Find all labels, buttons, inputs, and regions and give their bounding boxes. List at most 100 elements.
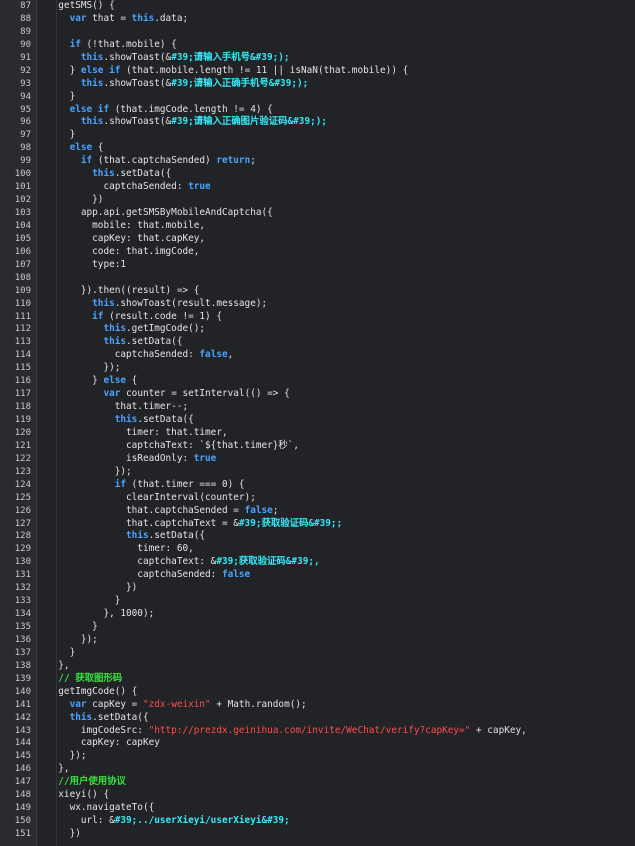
line-number: 103 (14, 208, 31, 218)
line-number: 122 (14, 453, 31, 464)
code-line[interactable]: 147 //用户使用协议 (0, 776, 635, 789)
code-text: counter = setInterval(() => { (120, 388, 290, 400)
code-line[interactable]: 125 clearInterval(counter); (0, 492, 635, 505)
line-number: 129 (14, 544, 31, 555)
code-line[interactable]: 110 this.showToast(result.message); (0, 298, 635, 311)
line-number: 87 (20, 1, 31, 11)
code-area[interactable]: 87 getSMS() {88 var that = this.data; 89 9… (0, 0, 635, 841)
code-line[interactable]: 118 that.timer--; (0, 401, 635, 414)
line-number: 97 (20, 130, 31, 141)
code-line[interactable]: 119 this.setData({ (0, 414, 635, 427)
code-editor[interactable]: 87 getSMS() {88 var that = this.data; 89 9… (0, 0, 635, 846)
code-line[interactable]: 95 else if (that.imgCode.length != 4) { (0, 104, 635, 117)
code-text: .showToast(& (103, 77, 172, 89)
code-line[interactable]: 139 // 获取图形码 (0, 673, 635, 686)
keyword-token: this (92, 168, 115, 180)
code-line[interactable]: 115 }); (0, 362, 635, 375)
keyword-token: this (80, 77, 104, 89)
code-text: } (47, 646, 76, 658)
line-number: 149 (14, 803, 31, 814)
code-line[interactable]: 96 this.showToast(&#39;请输入正确图片验证码&#39;); (0, 116, 635, 129)
code-line[interactable]: 128 this.setData({ (0, 530, 635, 543)
code-line[interactable]: 91 this.showToast(&#39;请输入手机号&#39;); (0, 52, 635, 65)
code-line[interactable]: 143 imgCodeSrc: "http://prezdx.geinihua.… (0, 725, 635, 738)
line-number: 117 (14, 389, 31, 400)
code-line[interactable]: 124 if (that.timer === 0) { (0, 479, 635, 492)
code-line[interactable]: 109 }).then((result) => { (0, 285, 635, 298)
keyword-token: var (69, 12, 87, 24)
line-number: 146 (14, 764, 31, 775)
code-text: timer: that.timer, (47, 426, 228, 438)
code-text: code: that.imgCode, (47, 245, 200, 257)
code-line[interactable]: 107 type:1 (0, 259, 635, 272)
code-line[interactable]: 116 } else { (0, 375, 635, 388)
line-number: 99 (20, 156, 31, 167)
code-line[interactable]: 131 captchaSended: false (0, 569, 635, 582)
line-content: if (result.code != 1) { (47, 311, 222, 324)
code-line[interactable]: 97 } (0, 129, 635, 142)
code-line[interactable]: 135 } (0, 621, 635, 634)
line-content: }); (47, 466, 132, 479)
code-line[interactable]: 103 app.api.getSMSByMobileAndCaptcha({ (0, 207, 635, 220)
code-line[interactable]: 146 }, (0, 763, 635, 776)
code-line[interactable]: 98 else { (0, 142, 635, 155)
line-number: 98 (20, 143, 31, 154)
keyword-token: else if (69, 103, 110, 115)
code-line[interactable]: 129 timer: 60, (0, 543, 635, 556)
code-line[interactable]: 94 } (0, 91, 635, 104)
code-line[interactable]: 137 } (0, 647, 635, 660)
code-line[interactable]: 148 xieyi() { (0, 789, 635, 802)
code-line[interactable]: 133 } (0, 595, 635, 608)
code-line[interactable]: 93 this.showToast(&#39;请输入正确手机号&#39;); (0, 78, 635, 91)
code-line[interactable]: 90 if (!that.mobile) { (0, 39, 635, 52)
code-line[interactable]: 144 capKey: capKey (0, 737, 635, 750)
code-line[interactable]: 149 wx.navigateTo({ (0, 802, 635, 815)
code-text: captchaSended: (47, 181, 189, 193)
code-line[interactable]: 92 } else if (that.mobile.length != 11 |… (0, 65, 635, 78)
code-line[interactable]: 105 capKey: that.capKey, (0, 233, 635, 246)
code-line[interactable]: 101 captchaSended: true (0, 181, 635, 194)
line-content: captchaSended: false (47, 569, 250, 582)
code-line[interactable]: 106 code: that.imgCode, (0, 246, 635, 259)
code-line[interactable]: 89 (0, 26, 635, 39)
code-line[interactable]: 104 mobile: that.mobile, (0, 220, 635, 233)
code-line[interactable]: 142 this.setData({ (0, 712, 635, 725)
code-line[interactable]: 114 captchaSended: false, (0, 349, 635, 362)
code-line[interactable]: 136 }); (0, 634, 635, 647)
code-line[interactable]: 112 this.getImgCode(); (0, 323, 635, 336)
code-line[interactable]: 113 this.setData({ (0, 336, 635, 349)
code-line[interactable]: 121 captchaText: `${that.timer}秒`, (0, 440, 635, 453)
line-content: getImgCode() { (47, 686, 137, 699)
code-line[interactable]: 132 }) (0, 582, 635, 595)
code-line[interactable]: 141 var capKey = "zdx-weixin" + Math.ran… (0, 699, 635, 712)
code-line[interactable]: 100 this.setData({ (0, 168, 635, 181)
code-text: .setData({ (148, 530, 206, 542)
code-line[interactable]: 134 }, 1000); (0, 608, 635, 621)
code-line[interactable]: 138 }, (0, 660, 635, 673)
code-line[interactable]: 151 }) (0, 828, 635, 841)
code-line[interactable]: 102 }) (0, 194, 635, 207)
code-line[interactable]: 108 (0, 272, 635, 285)
code-line[interactable]: 150 url: &#39;../userXieyi/userXieyi&#39… (0, 815, 635, 828)
code-line[interactable]: 130 captchaText: &#39;获取验证码&#39;, (0, 556, 635, 569)
code-line[interactable]: 111 if (result.code != 1) { (0, 311, 635, 324)
line-number: 124 (14, 479, 31, 490)
code-line[interactable]: 99 if (that.captchaSended) return; (0, 155, 635, 168)
code-line[interactable]: 140 getImgCode() { (0, 686, 635, 699)
line-content: capKey: that.capKey, (47, 233, 205, 246)
code-line[interactable]: 127 that.captchaText = &#39;获取验证码&#39;; (0, 518, 635, 531)
code-line[interactable]: 120 timer: that.timer, (0, 427, 635, 440)
code-line[interactable]: 145 }); (0, 750, 635, 763)
code-line[interactable]: 117 var counter = setInterval(() => { (0, 388, 635, 401)
code-line[interactable]: 123 }); (0, 466, 635, 479)
code-line[interactable]: 122 isReadOnly: true (0, 453, 635, 466)
code-line[interactable]: 88 var that = this.data; (0, 13, 635, 26)
line-content: imgCodeSrc: "http://prezdx.geinihua.com/… (47, 725, 527, 738)
line-content: var capKey = "zdx-weixin" + Math.random(… (47, 699, 307, 712)
code-text: } (47, 375, 104, 387)
code-line[interactable]: 87 getSMS() { (0, 0, 635, 13)
code-line[interactable]: 126 that.captchaSended = false; (0, 505, 635, 518)
line-number: 133 (14, 596, 31, 607)
